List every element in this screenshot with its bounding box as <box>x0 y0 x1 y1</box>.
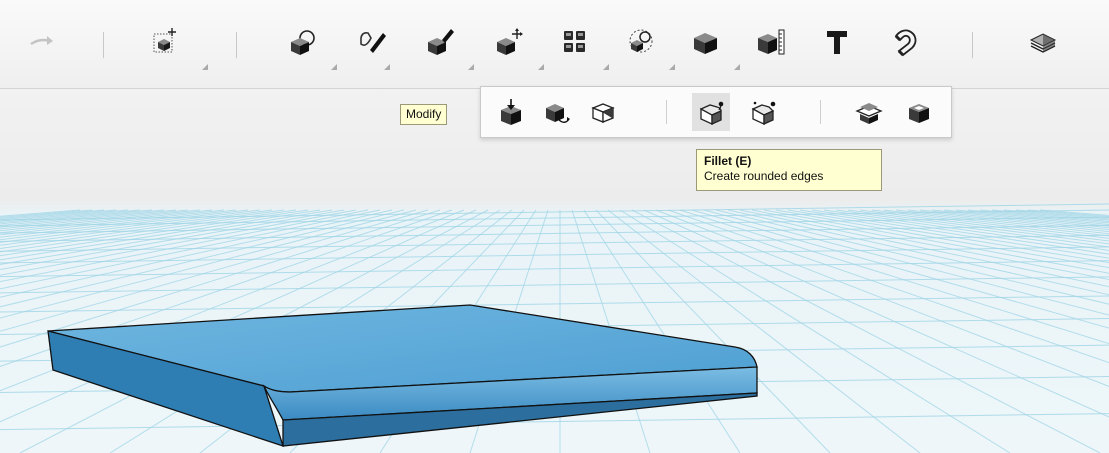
dropdown-indicator <box>603 64 609 70</box>
toolbar-divider <box>103 32 104 58</box>
combine-icon <box>694 33 717 54</box>
press-pull-button[interactable] <box>492 93 530 131</box>
submenu-divider <box>820 100 821 124</box>
pattern-icon <box>564 31 585 52</box>
split-solid-icon <box>855 103 883 124</box>
tweak-icon <box>546 104 570 123</box>
combine-button[interactable] <box>686 20 740 70</box>
primitives-icon <box>291 30 315 55</box>
fillet-button[interactable] <box>692 93 730 131</box>
grouping-button[interactable] <box>621 20 675 70</box>
redo-arrow-icon <box>30 36 53 46</box>
modify-button[interactable] <box>490 20 544 70</box>
text-icon <box>827 31 847 54</box>
toolbar-divider <box>972 32 973 58</box>
dropdown-indicator <box>538 64 544 70</box>
redo-button[interactable] <box>22 20 62 64</box>
pattern-button[interactable] <box>555 20 609 70</box>
dropdown-indicator <box>202 64 208 70</box>
modify-submenu <box>480 86 952 138</box>
fillet-icon <box>699 101 724 126</box>
dropdown-indicator <box>734 64 740 70</box>
modify-icon <box>497 28 523 55</box>
sketch-button[interactable] <box>352 20 392 70</box>
measure-button[interactable] <box>751 20 791 64</box>
sketch-icon <box>360 32 386 53</box>
fillet-tooltip: Fillet (E) Create rounded edges <box>696 149 882 191</box>
tweak-button[interactable] <box>538 93 576 131</box>
grouping-icon <box>629 29 653 53</box>
toolbar-divider <box>236 32 237 58</box>
construct-button[interactable] <box>420 20 474 70</box>
main-toolbar <box>0 0 1109 89</box>
press-pull-icon <box>501 99 521 125</box>
text-button[interactable] <box>817 20 857 64</box>
shell-icon <box>909 104 929 123</box>
fillet-tooltip-title: Fillet (E) <box>704 154 752 168</box>
construct-icon <box>428 29 454 55</box>
snap-button[interactable] <box>886 20 926 64</box>
dropdown-indicator <box>384 64 390 70</box>
material-button[interactable] <box>1023 20 1063 64</box>
shell-button[interactable] <box>900 93 938 131</box>
dropdown-indicator <box>468 64 474 70</box>
snap-icon <box>894 29 917 57</box>
chamfer-button[interactable] <box>744 93 782 131</box>
chamfer-icon <box>751 101 776 126</box>
transform-icon <box>153 28 176 53</box>
material-icon <box>1029 33 1057 53</box>
fillet-tooltip-description: Create rounded edges <box>704 169 824 183</box>
split-solid-button[interactable] <box>850 93 888 131</box>
modify-tooltip: Modify <box>400 104 448 125</box>
dropdown-indicator <box>669 64 675 70</box>
measure-icon <box>758 29 785 55</box>
primitives-button[interactable] <box>283 20 337 70</box>
split-face-button[interactable] <box>584 93 622 131</box>
split-face-icon <box>591 103 615 123</box>
dropdown-indicator <box>331 64 337 70</box>
transform-button[interactable] <box>144 20 208 70</box>
submenu-divider <box>666 100 667 124</box>
